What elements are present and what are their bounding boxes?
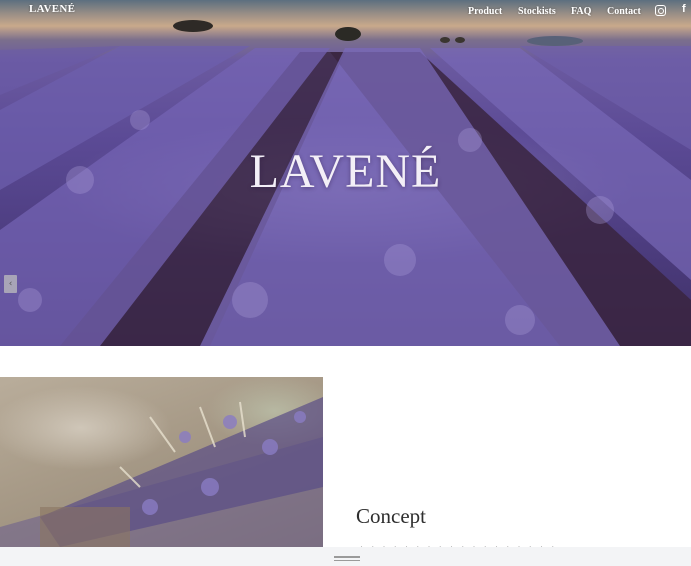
drag-handle-icon[interactable] [334, 556, 360, 561]
top-navigation: LAVENÉ Product Stockists FAQ Contact f [0, 0, 691, 22]
nav-contact-link[interactable]: Contact [607, 6, 641, 17]
nav-faq-link[interactable]: FAQ [571, 6, 591, 17]
lavender-bundle-image [0, 397, 323, 547]
brand-logo[interactable]: LAVENÉ [29, 3, 75, 15]
facebook-icon[interactable]: f [682, 3, 686, 15]
concept-photo [0, 377, 323, 547]
slider-prev-arrow[interactable]: ‹ [4, 275, 17, 293]
concept-heading: Concept [356, 504, 426, 528]
nav-stockists-link[interactable]: Stockists [518, 6, 556, 17]
hero-title: LAVENÉ [249, 145, 442, 198]
nav-product-link[interactable]: Product [468, 6, 502, 17]
instagram-icon[interactable] [655, 5, 666, 16]
